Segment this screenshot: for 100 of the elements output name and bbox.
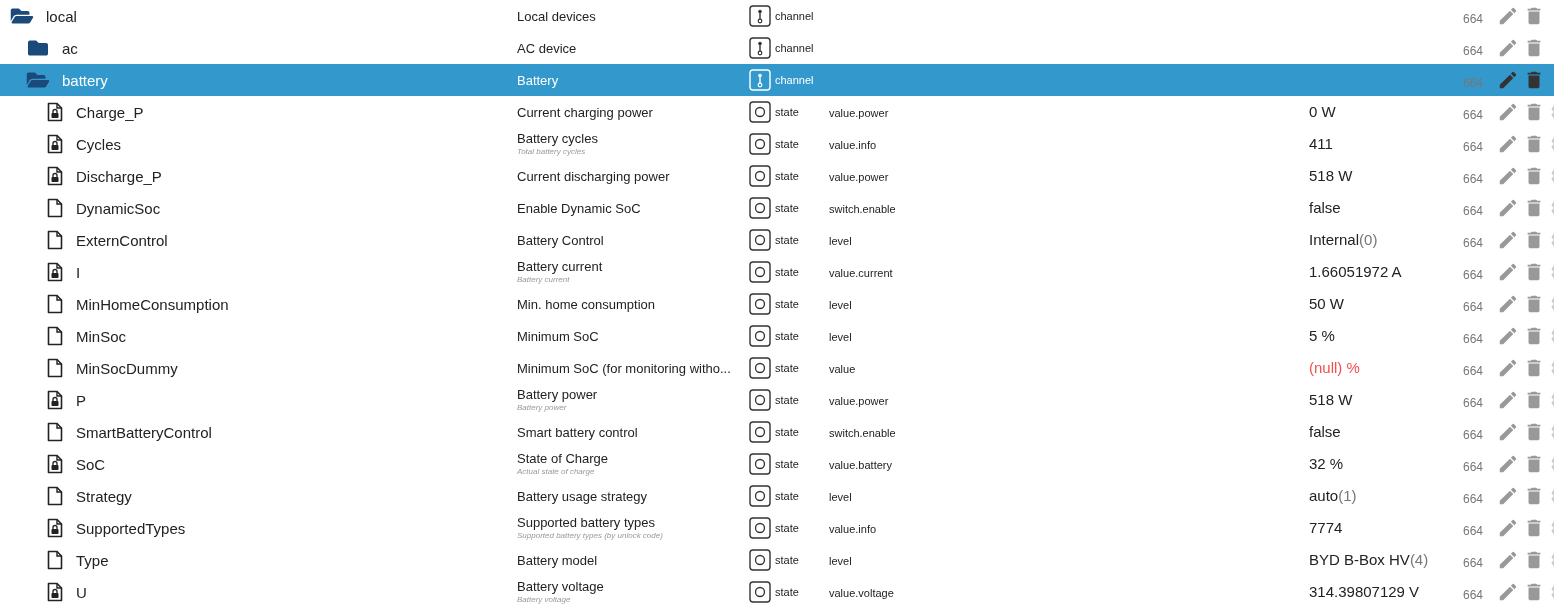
object-role: value.battery — [829, 459, 892, 471]
object-description: Battery cycles — [517, 131, 599, 146]
edit-icon[interactable] — [1497, 69, 1519, 91]
object-type: state — [775, 138, 799, 150]
object-role: value.info — [829, 523, 877, 535]
object-name: SmartBatteryControl — [76, 423, 212, 441]
object-value: 314.39807129 V — [1309, 583, 1420, 600]
object-role: level — [829, 299, 852, 311]
acl-value: 664 — [1462, 331, 1485, 346]
open-folder-icon[interactable] — [10, 6, 34, 26]
object-role: value.voltage — [829, 587, 894, 599]
object-value: 32 % — [1309, 455, 1344, 472]
object-value: 518 W — [1309, 391, 1353, 408]
edit-icon[interactable] — [1497, 261, 1519, 283]
object-role: level — [829, 331, 852, 343]
state-icon — [749, 101, 771, 123]
object-role: value.power — [829, 395, 889, 407]
edit-icon[interactable] — [1497, 421, 1519, 443]
edit-icon[interactable] — [1497, 549, 1519, 571]
edit-icon[interactable] — [1497, 325, 1519, 347]
acl-value: 664 — [1462, 107, 1485, 122]
object-name: ac — [62, 39, 78, 57]
object-value: 1.66051972 A — [1309, 263, 1402, 280]
object-type: state — [775, 554, 799, 566]
object-type: state — [775, 586, 799, 598]
object-name: SupportedTypes — [76, 519, 186, 537]
object-name: U — [76, 583, 87, 601]
edit-icon[interactable] — [1497, 5, 1519, 27]
object-role: switch.enable — [829, 203, 896, 215]
object-description: Current charging power — [517, 104, 654, 120]
object-type: state — [775, 170, 799, 182]
object-description: Battery power — [517, 387, 599, 402]
object-role: level — [829, 235, 852, 247]
object-name: Discharge_P — [76, 167, 162, 185]
object-name: MinHomeConsumption — [76, 295, 229, 313]
object-role: value.info — [829, 139, 877, 151]
description-subtitle: Battery voltage — [517, 594, 572, 605]
object-value: 5 % — [1309, 327, 1335, 344]
object-name: MinSocDummy — [76, 359, 178, 377]
object-description: Min. home consumption — [517, 296, 656, 312]
object-value: 50 W — [1309, 295, 1344, 312]
description-subtitle: Battery power — [517, 402, 568, 413]
acl-value: 664 — [1462, 235, 1485, 250]
acl-value: 664 — [1462, 299, 1485, 314]
object-description: Enable Dynamic SoC — [517, 200, 642, 216]
object-type: channel — [775, 74, 814, 86]
object-name: DynamicSoc — [76, 199, 161, 217]
edit-icon[interactable] — [1497, 517, 1519, 539]
state-icon — [749, 325, 771, 347]
object-value: BYD B-Box HV(4) — [1309, 551, 1429, 568]
object-value: 411 — [1309, 135, 1333, 152]
object-description: Battery model — [517, 552, 599, 568]
object-type: state — [775, 266, 799, 278]
acl-value: 664 — [1462, 587, 1485, 602]
edit-icon[interactable] — [1497, 133, 1519, 155]
object-type: state — [775, 330, 799, 342]
channel-icon — [749, 37, 771, 59]
acl-value: 664 — [1462, 523, 1485, 538]
object-description: Battery usage strategy — [517, 488, 649, 504]
object-value: 518 W — [1309, 167, 1353, 184]
folder-icon[interactable] — [26, 38, 50, 58]
object-description: Minimum SoC (for monitoring witho... — [517, 360, 732, 376]
edit-icon[interactable] — [1497, 229, 1519, 251]
object-name: Cycles — [76, 135, 121, 153]
object-type: channel — [775, 10, 814, 22]
acl-value: 664 — [1462, 171, 1485, 186]
object-description: Battery current — [517, 259, 604, 274]
acl-value: 664 — [1462, 43, 1485, 58]
edit-icon[interactable] — [1497, 37, 1519, 59]
object-type: state — [775, 298, 799, 310]
object-description: Local devices — [517, 8, 597, 24]
edit-icon[interactable] — [1497, 485, 1519, 507]
edit-icon[interactable] — [1497, 165, 1519, 187]
object-value: false — [1309, 423, 1341, 440]
acl-value: 664 — [1462, 363, 1485, 378]
object-value: false — [1309, 199, 1341, 216]
state-icon — [749, 453, 771, 475]
object-description: Battery voltage — [517, 579, 605, 594]
edit-icon[interactable] — [1497, 453, 1519, 475]
object-type: state — [775, 490, 799, 502]
edit-icon[interactable] — [1497, 197, 1519, 219]
object-name: P — [76, 391, 86, 409]
state-icon — [749, 165, 771, 187]
edit-icon[interactable] — [1497, 581, 1519, 603]
object-value: 0 W — [1309, 103, 1336, 120]
object-type: state — [775, 106, 799, 118]
edit-icon[interactable] — [1497, 389, 1519, 411]
object-type: state — [775, 234, 799, 246]
object-type: state — [775, 202, 799, 214]
object-name: battery — [62, 71, 108, 89]
object-description: AC device — [517, 40, 578, 56]
object-description: Supported battery types — [517, 515, 657, 530]
object-value: Internal(0) — [1309, 231, 1378, 248]
edit-icon[interactable] — [1497, 357, 1519, 379]
channel-icon — [749, 5, 771, 27]
object-type: channel — [775, 42, 814, 54]
edit-icon[interactable] — [1497, 293, 1519, 315]
acl-value: 664 — [1462, 555, 1485, 570]
edit-icon[interactable] — [1497, 101, 1519, 123]
object-role: value.power — [829, 107, 889, 119]
